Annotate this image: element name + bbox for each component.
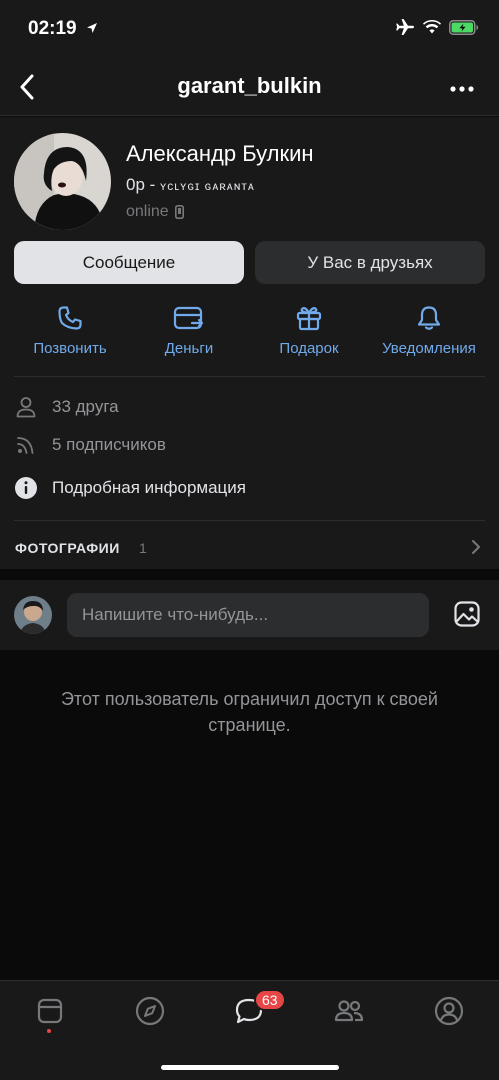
action-label: Позвонить — [33, 340, 107, 357]
details-label: Подробная информация — [52, 478, 246, 497]
friends-count: 33 друга — [52, 397, 119, 416]
more-button[interactable] — [447, 74, 477, 104]
message-button[interactable]: Сообщение — [14, 241, 244, 284]
profile-status: 0р - ʏcʟʏɢɪ ɢᴀʀᴀɴᴛᴀ — [126, 175, 255, 195]
wifi-icon — [423, 19, 441, 39]
online-status: online — [126, 203, 184, 221]
photos-title: ФОТОГРАФИИ — [15, 540, 120, 556]
money-card-icon — [129, 302, 249, 334]
tab-profile[interactable] — [429, 995, 469, 1027]
navigation-header: garant_bulkin — [0, 60, 499, 116]
bell-icon — [369, 302, 489, 334]
news-feed-icon — [37, 998, 63, 1024]
tab-discover[interactable] — [130, 995, 170, 1027]
avatar[interactable] — [14, 133, 111, 230]
person-icon — [16, 397, 36, 418]
battery-icon — [449, 19, 479, 40]
friends-count-row[interactable]: 33 друга — [14, 396, 119, 418]
profile-name: Александр Булкин — [126, 141, 314, 166]
phone-icon — [10, 302, 130, 334]
restricted-access-message: Этот пользователь ограничил доступ к сво… — [60, 689, 438, 735]
gift-icon — [249, 302, 369, 334]
followers-count: 5 подписчиков — [52, 435, 166, 454]
action-label: Деньги — [164, 340, 214, 357]
post-composer: Напишите что-нибудь... — [0, 580, 499, 650]
messages-badge: 63 — [254, 989, 286, 1011]
money-action[interactable]: Деньги — [129, 302, 249, 357]
my-avatar[interactable] — [14, 596, 52, 634]
image-icon — [454, 601, 480, 627]
photos-section-header[interactable]: ФОТОГРАФИИ 1 — [0, 521, 499, 569]
location-arrow-icon — [86, 21, 98, 39]
status-prefix: 0р - — [126, 175, 161, 194]
mobile-phone-icon — [174, 205, 184, 219]
chevron-right-icon — [472, 540, 480, 554]
compass-icon — [135, 996, 165, 1026]
notifications-action[interactable]: Уведомления — [369, 302, 489, 357]
rss-icon — [17, 437, 34, 454]
attach-photo-button[interactable] — [453, 600, 481, 633]
profile-actions: Позвонить Деньги Подарок Уведомления — [0, 302, 499, 362]
tab-news[interactable] — [30, 995, 70, 1027]
details-row[interactable]: Подробная информация — [14, 476, 246, 500]
home-indicator — [161, 1065, 339, 1070]
unread-indicator — [47, 1029, 51, 1033]
status-icons — [395, 18, 479, 41]
info-icon — [15, 477, 37, 499]
friends-icon — [334, 1000, 364, 1022]
action-label: Уведомления — [382, 340, 476, 357]
photos-count: 1 — [139, 540, 147, 556]
call-action[interactable]: Позвонить — [10, 302, 130, 357]
status-time: 02:19 — [28, 18, 77, 39]
post-input[interactable]: Напишите что-нибудь... — [67, 593, 429, 637]
page-title: garant_bulkin — [177, 73, 322, 98]
action-label: Подарок — [279, 340, 339, 357]
status-bar: 02:19 — [0, 0, 499, 60]
gift-action[interactable]: Подарок — [249, 302, 369, 357]
divider — [14, 376, 485, 377]
more-dots-icon — [450, 86, 474, 92]
profile-icon — [434, 996, 464, 1026]
airplane-icon — [395, 18, 415, 41]
status-text: ʏcʟʏɢɪ ɢᴀʀᴀɴᴛᴀ — [160, 179, 255, 193]
friends-status-button[interactable]: У Вас в друзьях — [255, 241, 485, 284]
online-label: online — [126, 203, 169, 220]
followers-count-row[interactable]: 5 подписчиков — [14, 434, 166, 456]
tab-friends[interactable] — [329, 995, 369, 1027]
profile-card: Александр Булкин 0р - ʏcʟʏɢɪ ɢᴀʀᴀɴᴛᴀ onl… — [0, 117, 499, 569]
